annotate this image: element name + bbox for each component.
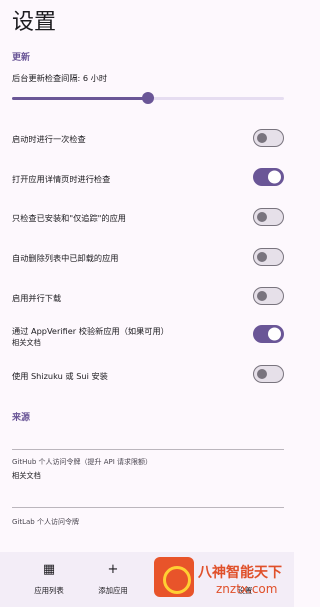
toggle-parallel-downloads[interactable] <box>253 287 284 305</box>
toggle-label-check-on-open-details: 打开应用详情页时进行检查 <box>12 174 111 184</box>
toggle-knob <box>268 170 281 184</box>
toggle-check-installed-only[interactable] <box>253 208 284 226</box>
toggle-label-appverifier: 通过 AppVerifier 校验新应用（如果可用） <box>12 326 169 336</box>
nav-item-add-app[interactable]: + 添加应用 <box>64 552 162 607</box>
section-title-update: 更新 <box>12 53 31 63</box>
section-title-source: 来源 <box>12 413 31 423</box>
toggle-label-auto-remove-uninstalled: 自动删除列表中已卸载的应用 <box>12 253 119 263</box>
watermark-text: 八神智能天下 <box>198 565 282 581</box>
toggle-knob <box>257 252 267 262</box>
update-interval-label: 后台更新检查间隔: 6 小时 <box>12 73 108 83</box>
toggle-check-on-start[interactable] <box>253 129 284 147</box>
toggle-knob <box>268 327 281 341</box>
toggle-auto-remove-uninstalled[interactable] <box>253 248 284 266</box>
watermark: 八神智能天下 znztx.com <box>152 553 294 603</box>
gitlab-token-field[interactable]: GitLab 个人访问令牌 <box>12 517 79 527</box>
toggle-label-check-installed-only: 只检查已安装和"仅追踪"的应用 <box>12 213 126 223</box>
github-doc-link[interactable]: 相关文档 <box>12 471 41 481</box>
slider-active-track <box>12 97 148 100</box>
toggle-knob <box>257 369 267 379</box>
watermark-url: znztx.com <box>216 582 278 596</box>
toggle-appverifier[interactable] <box>253 325 284 343</box>
update-interval-slider[interactable] <box>12 92 284 104</box>
toggle-label-check-on-start: 启动时进行一次检查 <box>12 134 86 144</box>
toggle-knob <box>257 212 267 222</box>
toggle-knob <box>257 291 267 301</box>
appverifier-doc-link[interactable]: 相关文档 <box>12 338 41 348</box>
page-title: 设置 <box>12 10 57 35</box>
toggle-label-parallel-downloads: 启用并行下载 <box>12 293 62 303</box>
toggle-check-on-open-details[interactable] <box>253 168 284 186</box>
toggle-label-shizuku: 使用 Shizuku 或 Sui 安装 <box>12 371 108 381</box>
github-token-divider <box>12 449 284 450</box>
watermark-logo <box>154 557 194 597</box>
toggle-shizuku[interactable] <box>253 365 284 383</box>
slider-thumb[interactable] <box>142 92 154 104</box>
gitlab-token-divider <box>12 507 284 508</box>
nav-label-add-app: 添加应用 <box>98 586 128 595</box>
toggle-knob <box>257 133 267 143</box>
github-token-field[interactable]: GitHub 个人访问令牌（提升 API 请求限额） <box>12 457 152 467</box>
plus-icon: + <box>107 562 119 577</box>
